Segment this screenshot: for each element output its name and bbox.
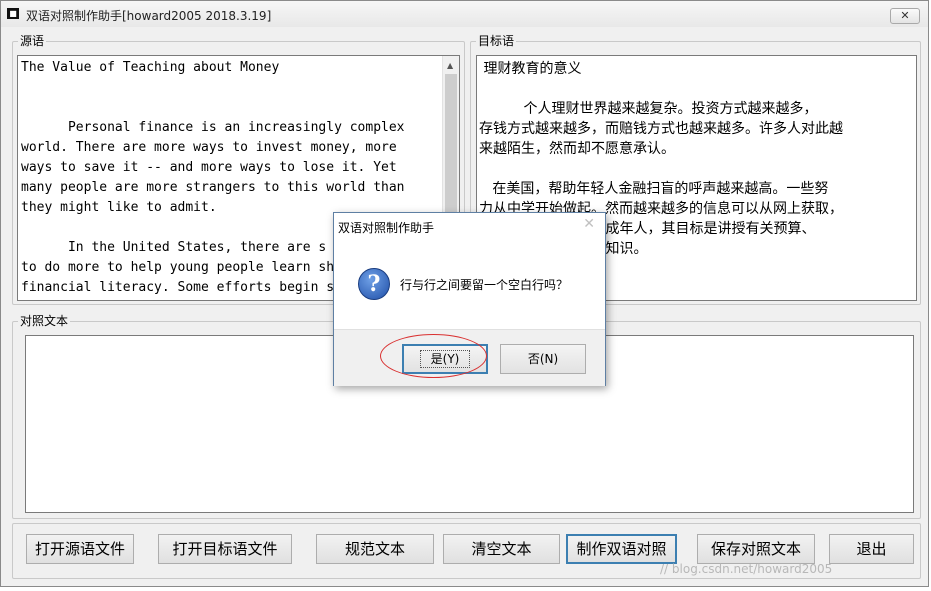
yes-button[interactable]: 是(Y) bbox=[402, 344, 488, 374]
dialog-close-icon[interactable]: ✕ bbox=[583, 216, 595, 232]
app-icon: ■ bbox=[7, 8, 19, 19]
watermark: // blog.csdn.net/howard2005 bbox=[660, 562, 833, 576]
open-source-file-button[interactable]: 打开源语文件 bbox=[26, 534, 134, 564]
title-bar: ■ 双语对照制作助手[howard2005 2018.3.19] ✕ bbox=[1, 1, 928, 27]
confirm-dialog: 双语对照制作助手 ✕ ? 行与行之间要留一个空白行吗？ 是(Y) 否(N) bbox=[333, 212, 606, 386]
exit-button[interactable]: 退出 bbox=[829, 534, 914, 564]
yes-button-label: 是(Y) bbox=[419, 350, 471, 368]
target-group-label: 目标语 bbox=[476, 33, 517, 49]
dialog-message: 行与行之间要留一个空白行吗？ bbox=[400, 278, 569, 292]
make-bilingual-button[interactable]: 制作双语对照 bbox=[566, 534, 677, 564]
source-group-label: 源语 bbox=[18, 33, 47, 49]
normalize-text-button[interactable]: 规范文本 bbox=[316, 534, 434, 564]
no-button[interactable]: 否(N) bbox=[500, 344, 586, 374]
question-icon: ? bbox=[358, 268, 390, 300]
scroll-up-icon[interactable]: ▲ bbox=[447, 61, 453, 70]
open-target-file-button[interactable]: 打开目标语文件 bbox=[158, 534, 292, 564]
parallel-group-label: 对照文本 bbox=[18, 313, 71, 329]
window-close-button[interactable]: ✕ bbox=[890, 8, 920, 24]
dialog-footer: 是(Y) 否(N) bbox=[334, 329, 605, 386]
clear-text-button[interactable]: 清空文本 bbox=[443, 534, 560, 564]
dialog-title: 双语对照制作助手 bbox=[338, 221, 435, 235]
window-title: 双语对照制作助手[howard2005 2018.3.19] bbox=[26, 9, 272, 23]
save-parallel-text-button[interactable]: 保存对照文本 bbox=[697, 534, 815, 564]
